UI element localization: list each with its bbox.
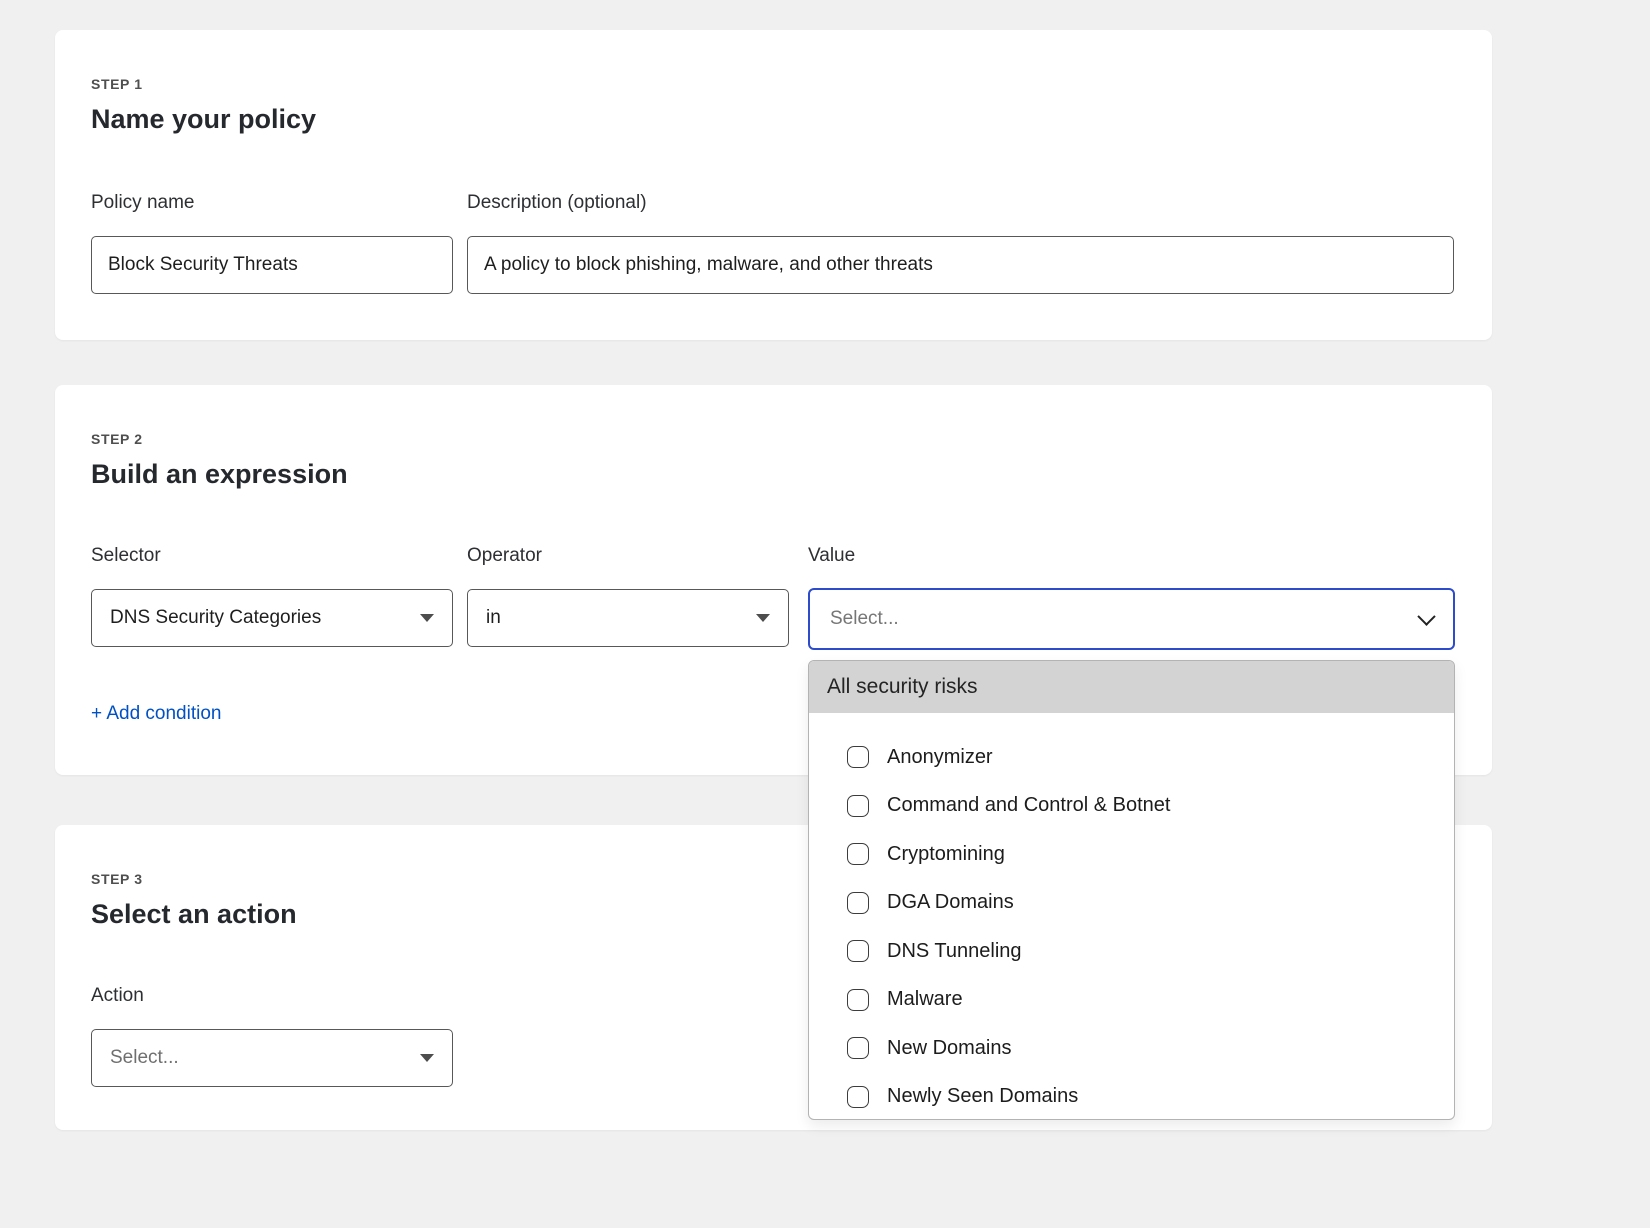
value-placeholder: Select... [830, 608, 899, 630]
option-label: Command and Control & Botnet [887, 794, 1171, 817]
step3-title: Select an action [91, 899, 297, 930]
operator-label: Operator [467, 545, 542, 567]
step2-title: Build an expression [91, 459, 348, 490]
option-label: Newly Seen Domains [887, 1085, 1078, 1108]
dropdown-option-dga-domains[interactable]: DGA Domains [809, 879, 1454, 928]
option-label: DGA Domains [887, 891, 1014, 914]
step1-title: Name your policy [91, 104, 316, 135]
checkbox-icon[interactable] [847, 795, 869, 817]
value-dropdown-panel: All security risks Anonymizer Command an… [808, 660, 1455, 1120]
dropdown-group-header: All security risks [809, 661, 1454, 713]
dropdown-option-newly-seen-domains[interactable]: Newly Seen Domains [809, 1073, 1454, 1121]
step1-label: STEP 1 [91, 76, 143, 92]
step2-label: STEP 2 [91, 431, 143, 447]
caret-down-icon [420, 1054, 434, 1062]
dropdown-option-list: Anonymizer Command and Control & Botnet … [809, 713, 1454, 1120]
dropdown-option-cryptomining[interactable]: Cryptomining [809, 830, 1454, 879]
option-label: New Domains [887, 1037, 1011, 1060]
value-label: Value [808, 545, 855, 567]
selector-value: DNS Security Categories [110, 607, 321, 629]
checkbox-icon[interactable] [847, 940, 869, 962]
operator-value: in [486, 607, 501, 629]
action-label: Action [91, 985, 144, 1007]
policy-builder-page: STEP 1 Name your policy Policy name Desc… [0, 0, 1650, 1228]
value-dropdown[interactable]: Select... [808, 588, 1455, 650]
dropdown-option-command-and-control[interactable]: Command and Control & Botnet [809, 782, 1454, 831]
selector-label: Selector [91, 545, 161, 567]
option-label: Malware [887, 988, 963, 1011]
option-label: DNS Tunneling [887, 940, 1022, 963]
selector-dropdown[interactable]: DNS Security Categories [91, 589, 453, 647]
dropdown-option-dns-tunneling[interactable]: DNS Tunneling [809, 927, 1454, 976]
checkbox-icon[interactable] [847, 1086, 869, 1108]
policy-name-input[interactable] [91, 236, 453, 294]
dropdown-option-malware[interactable]: Malware [809, 976, 1454, 1025]
option-label: Anonymizer [887, 746, 993, 769]
checkbox-icon[interactable] [847, 1037, 869, 1059]
chevron-down-icon [1417, 607, 1435, 625]
description-label: Description (optional) [467, 192, 647, 214]
description-input[interactable] [467, 236, 1454, 294]
operator-dropdown[interactable]: in [467, 589, 789, 647]
step1-card: STEP 1 Name your policy Policy name Desc… [55, 30, 1492, 340]
checkbox-icon[interactable] [847, 746, 869, 768]
caret-down-icon [756, 614, 770, 622]
dropdown-option-anonymizer[interactable]: Anonymizer [809, 733, 1454, 782]
dropdown-option-new-domains[interactable]: New Domains [809, 1024, 1454, 1073]
step3-label: STEP 3 [91, 871, 143, 887]
checkbox-icon[interactable] [847, 843, 869, 865]
caret-down-icon [420, 614, 434, 622]
policy-name-label: Policy name [91, 192, 195, 214]
option-label: Cryptomining [887, 843, 1005, 866]
action-dropdown[interactable]: Select... [91, 1029, 453, 1087]
checkbox-icon[interactable] [847, 892, 869, 914]
action-placeholder: Select... [110, 1047, 179, 1069]
add-condition-link[interactable]: + Add condition [91, 703, 221, 725]
checkbox-icon[interactable] [847, 989, 869, 1011]
